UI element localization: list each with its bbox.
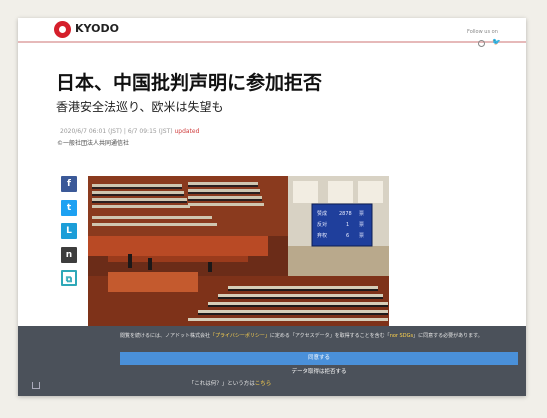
site-header: KYODO Follow us on [18, 18, 526, 43]
svg-text:1: 1 [346, 222, 349, 228]
svg-text:弃权: 弃权 [317, 232, 327, 239]
svg-text:反对: 反对 [317, 221, 327, 228]
article-dates: 2020/6/7 06:01 (JST) | 6/7 09:15 (JST) u… [60, 128, 200, 135]
kyodo-logo-icon[interactable] [54, 21, 71, 38]
svg-text:票: 票 [359, 211, 364, 217]
updated-time: 6/7 09:15 (JST) [127, 128, 173, 135]
privacy-policy-link[interactable]: 「プライバシーポリシー」 [210, 333, 270, 339]
follow-us-label: Follow us on [467, 29, 498, 35]
site-logo[interactable]: KYODO [75, 22, 119, 35]
article-subtitle: 香港安全法巡り、欧米は失望も [56, 100, 224, 114]
decline-data-button[interactable]: データ取得は拒否する [120, 367, 518, 377]
twitter-share-icon[interactable]: t [61, 200, 77, 216]
svg-text:票: 票 [359, 233, 364, 239]
globe-icon[interactable] [478, 40, 485, 47]
what-is-this-link[interactable]: こちら [255, 381, 272, 387]
svg-text:2878: 2878 [339, 211, 352, 217]
agree-button[interactable]: 同意する [120, 352, 518, 365]
note-share-icon[interactable]: n [61, 247, 77, 263]
home-icon[interactable] [32, 382, 40, 389]
article-title: 日本、中国批判声明に参加拒否 [56, 72, 323, 94]
cookie-consent-text: 閲覧を続けるには、ノアドット株式会社「プライバシーポリシー」に定める「アクセスデ… [120, 333, 483, 339]
copy-link-icon[interactable]: ⧉ [61, 270, 77, 286]
browser-page: KYODO Follow us on 🐦 日本、中国批判声明に参加拒否 香港安全… [18, 18, 526, 396]
article-photo: 赞成 2878 票 反对 1 票 弃权 6 票 [88, 176, 389, 326]
twitter-icon[interactable]: 🐦 [492, 38, 501, 46]
svg-text:赞成: 赞成 [317, 210, 327, 217]
svg-text:票: 票 [359, 222, 364, 228]
updated-label: updated [174, 128, 200, 135]
facebook-share-icon[interactable]: f [61, 176, 77, 192]
terms-link[interactable]: nor SDGs [390, 333, 413, 339]
published-time: 2020/6/7 06:01 (JST) [60, 128, 122, 135]
what-is-this-text: 「これは何？」という方はこちら [188, 381, 272, 387]
line-share-icon[interactable]: L [61, 223, 77, 239]
copyright-text: ©一般社団法人共同通信社 [57, 140, 130, 147]
cookie-consent-banner: 閲覧を続けるには、ノアドット株式会社「プライバシーポリシー」に定める「アクセスデ… [18, 326, 526, 396]
svg-text:6: 6 [346, 233, 349, 239]
